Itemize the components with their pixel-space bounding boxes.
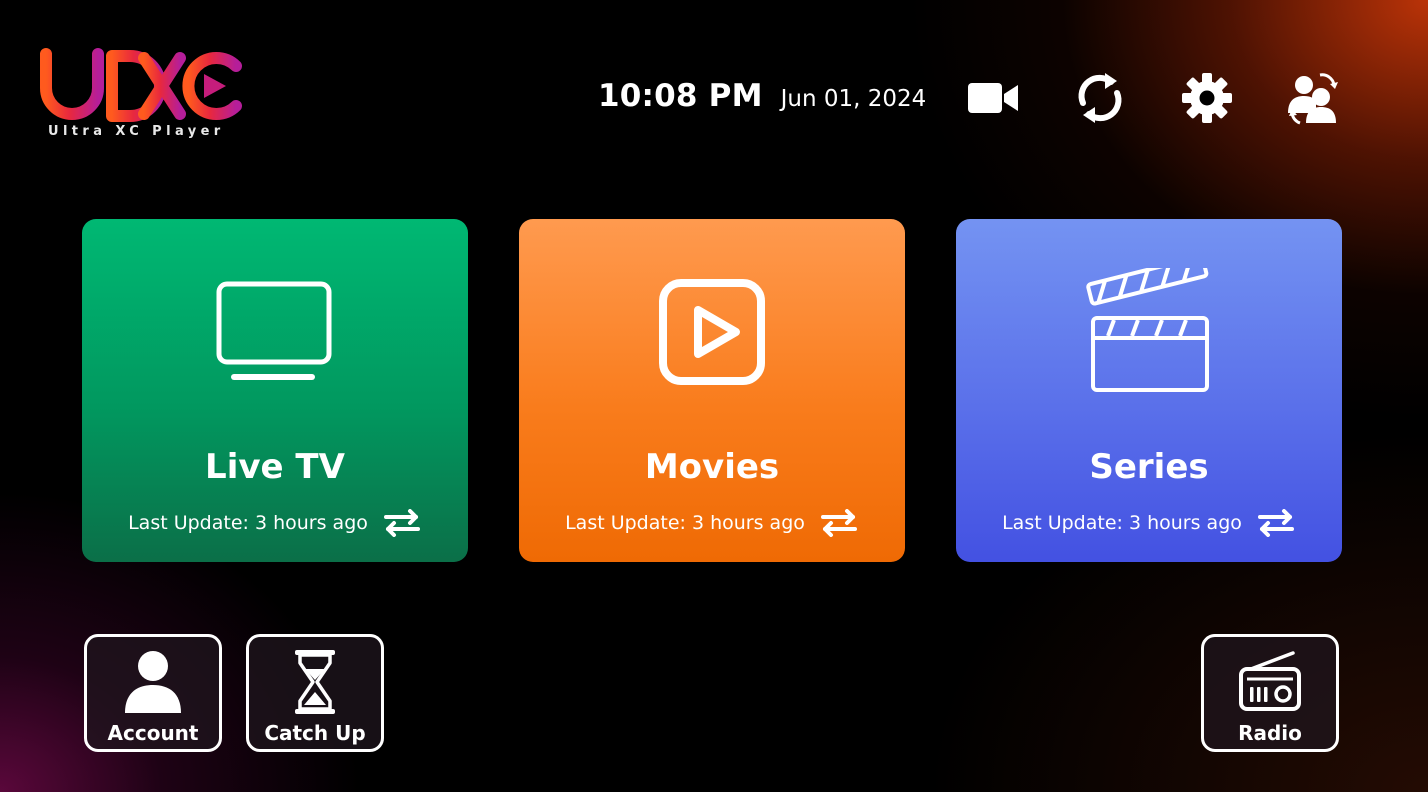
swap-arrows-icon [820,509,857,537]
update-arrows-button[interactable] [819,508,859,538]
hourglass-icon [295,650,335,714]
refresh-icon [1078,73,1122,123]
swap-arrows-icon [383,509,420,537]
tv-icon [216,281,332,380]
last-update-text: Last Update: 3 hours ago [1002,512,1242,534]
refresh-button[interactable] [1072,70,1128,126]
uxc-logo-mark [40,48,242,122]
tile-icon-wrap [249,649,381,715]
account-button[interactable]: Account [84,634,222,752]
video-camera-icon [968,83,1018,113]
card-series[interactable]: Series Last Update: 3 hours ago [956,219,1342,562]
logo-subtitle: Ultra XC Player [48,124,225,139]
play-icon [659,279,765,385]
last-update-text: Last Update: 3 hours ago [565,512,805,534]
card-movies[interactable]: Movies Last Update: 3 hours ago [519,219,905,562]
tile-label: Catch Up [264,721,366,745]
swap-arrows-icon [1257,509,1294,537]
last-update-text: Last Update: 3 hours ago [128,512,368,534]
app-logo: Ultra XC Player [40,48,250,144]
update-arrows-button[interactable] [382,508,422,538]
gear-icon [1182,73,1232,123]
radio-icon [1239,651,1301,711]
clock-time: 10:08 PM [598,78,763,114]
catch-up-button[interactable]: Catch Up [246,634,384,752]
tile-label: Radio [1238,721,1302,745]
tile-icon-wrap [1204,649,1336,715]
card-update-row: Last Update: 3 hours ago [82,508,468,538]
tile-label: Account [107,721,199,745]
radio-button[interactable]: Radio [1201,634,1339,752]
card-title: Live TV [205,447,345,487]
card-icon-wrap [519,267,905,397]
card-update-row: Last Update: 3 hours ago [519,508,905,538]
settings-button[interactable] [1179,70,1235,126]
clock: 10:08 PM Jun 01, 2024 [598,78,926,114]
clapperboard-icon [1086,268,1209,392]
switch-user-button[interactable] [1286,70,1342,126]
card-icon-wrap [956,267,1342,397]
card-update-row: Last Update: 3 hours ago [956,508,1342,538]
tile-icon-wrap [87,649,219,715]
user-icon [125,651,181,713]
record-button[interactable] [965,70,1021,126]
clock-date: Jun 01, 2024 [780,86,927,112]
card-live-tv[interactable]: Live TV Last Update: 3 hours ago [82,219,468,562]
card-icon-wrap [82,267,468,397]
switch-user-icon [1288,73,1338,125]
card-title: Movies [644,447,780,487]
card-title: Series [1089,447,1209,487]
update-arrows-button[interactable] [1256,508,1296,538]
